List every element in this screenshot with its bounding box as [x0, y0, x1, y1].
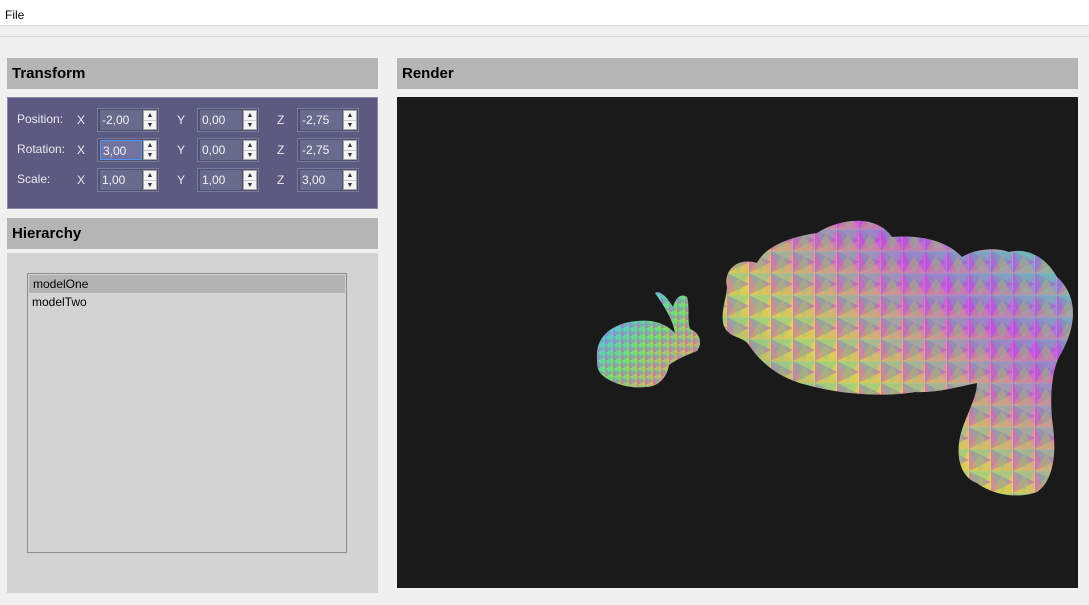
rotation-y-label: Y — [177, 143, 186, 157]
scale-z-up-arrow-icon[interactable]: ▲ — [344, 171, 356, 180]
menu-separator — [0, 36, 1089, 37]
hierarchy-list[interactable]: modelOne modelTwo — [27, 273, 347, 553]
rotation-z-label: Z — [277, 143, 285, 157]
render-header: Render — [397, 58, 1078, 89]
position-z-up-arrow-icon[interactable]: ▲ — [344, 111, 356, 120]
position-x-label: X — [77, 113, 86, 127]
rotation-y-spinbox[interactable]: 0,00 ▲ ▼ — [197, 138, 259, 162]
scale-y-down-arrow-icon[interactable]: ▼ — [244, 180, 256, 190]
list-item-model-one[interactable]: modelOne — [29, 275, 345, 293]
rotation-z-spinbox[interactable]: -2,75 ▲ ▼ — [297, 138, 359, 162]
hierarchy-header: Hierarchy — [7, 218, 378, 249]
scale-y-spinbox[interactable]: 1,00 ▲ ▼ — [197, 168, 259, 192]
transform-panel: Position: X -2,00 ▲ ▼ Y 0,00 ▲ ▼ Z -2,75 ▲… — [7, 97, 378, 209]
scale-row: Scale: X 1,00 ▲ ▼ Y 1,00 ▲ ▼ Z 3,00 ▲ ▼ — [8, 168, 377, 192]
rotation-x-down-arrow-icon[interactable]: ▼ — [144, 150, 156, 160]
scale-x-value[interactable]: 1,00 — [100, 170, 142, 190]
large-bunny-model — [722, 220, 1073, 496]
hierarchy-panel: modelOne modelTwo — [7, 253, 378, 593]
position-x-down-arrow-icon[interactable]: ▼ — [144, 120, 156, 130]
position-x-up-arrow-icon[interactable]: ▲ — [144, 111, 156, 120]
scale-x-down-arrow-icon[interactable]: ▼ — [144, 180, 156, 190]
rotation-y-down-arrow-icon[interactable]: ▼ — [244, 150, 256, 160]
scale-z-value[interactable]: 3,00 — [300, 170, 342, 190]
rotation-z-down-arrow-icon[interactable]: ▼ — [344, 150, 356, 160]
rotation-x-spinbox[interactable]: 3,00 ▲ ▼ — [97, 138, 159, 162]
rotation-z-up-arrow-icon[interactable]: ▲ — [344, 141, 356, 150]
menu-bar: File — [0, 0, 1089, 26]
position-z-value[interactable]: -2,75 — [300, 110, 342, 130]
position-y-spinbox[interactable]: 0,00 ▲ ▼ — [197, 108, 259, 132]
rotation-x-up-arrow-icon[interactable]: ▲ — [144, 141, 156, 150]
position-y-down-arrow-icon[interactable]: ▼ — [244, 120, 256, 130]
position-y-up-arrow-icon[interactable]: ▲ — [244, 111, 256, 120]
scale-x-up-arrow-icon[interactable]: ▲ — [144, 171, 156, 180]
position-y-label: Y — [177, 113, 186, 127]
scale-y-up-arrow-icon[interactable]: ▲ — [244, 171, 256, 180]
scale-x-label: X — [77, 173, 86, 187]
scale-y-label: Y — [177, 173, 186, 187]
rotation-row: Rotation: X 3,00 ▲ ▼ Y 0,00 ▲ ▼ Z -2,75 ▲ ▼ — [8, 138, 377, 162]
rotation-y-up-arrow-icon[interactable]: ▲ — [244, 141, 256, 150]
rotation-y-value[interactable]: 0,00 — [200, 140, 242, 160]
rotation-x-label: X — [77, 143, 86, 157]
scale-x-spinbox[interactable]: 1,00 ▲ ▼ — [97, 168, 159, 192]
menu-file[interactable]: File — [5, 8, 24, 22]
position-z-spinbox[interactable]: -2,75 ▲ ▼ — [297, 108, 359, 132]
position-x-value[interactable]: -2,00 — [100, 110, 142, 130]
position-label: Position: — [17, 112, 64, 126]
render-viewport[interactable] — [397, 97, 1078, 588]
position-row: Position: X -2,00 ▲ ▼ Y 0,00 ▲ ▼ Z -2,75 ▲… — [8, 108, 377, 132]
scale-z-down-arrow-icon[interactable]: ▼ — [344, 180, 356, 190]
rotation-label: Rotation: — [17, 142, 66, 156]
render-canvas — [596, 220, 1073, 496]
position-z-down-arrow-icon[interactable]: ▼ — [344, 120, 356, 130]
position-y-value[interactable]: 0,00 — [200, 110, 242, 130]
position-x-spinbox[interactable]: -2,00 ▲ ▼ — [97, 108, 159, 132]
scale-label: Scale: — [17, 172, 51, 186]
scale-y-value[interactable]: 1,00 — [200, 170, 242, 190]
scale-z-label: Z — [277, 173, 285, 187]
position-z-label: Z — [277, 113, 285, 127]
transform-header: Transform — [7, 58, 378, 89]
rotation-x-value[interactable]: 3,00 — [100, 140, 142, 160]
small-bunny-model — [596, 292, 701, 388]
list-item-model-two[interactable]: modelTwo — [28, 293, 346, 311]
scale-z-spinbox[interactable]: 3,00 ▲ ▼ — [297, 168, 359, 192]
rotation-z-value[interactable]: -2,75 — [300, 140, 342, 160]
